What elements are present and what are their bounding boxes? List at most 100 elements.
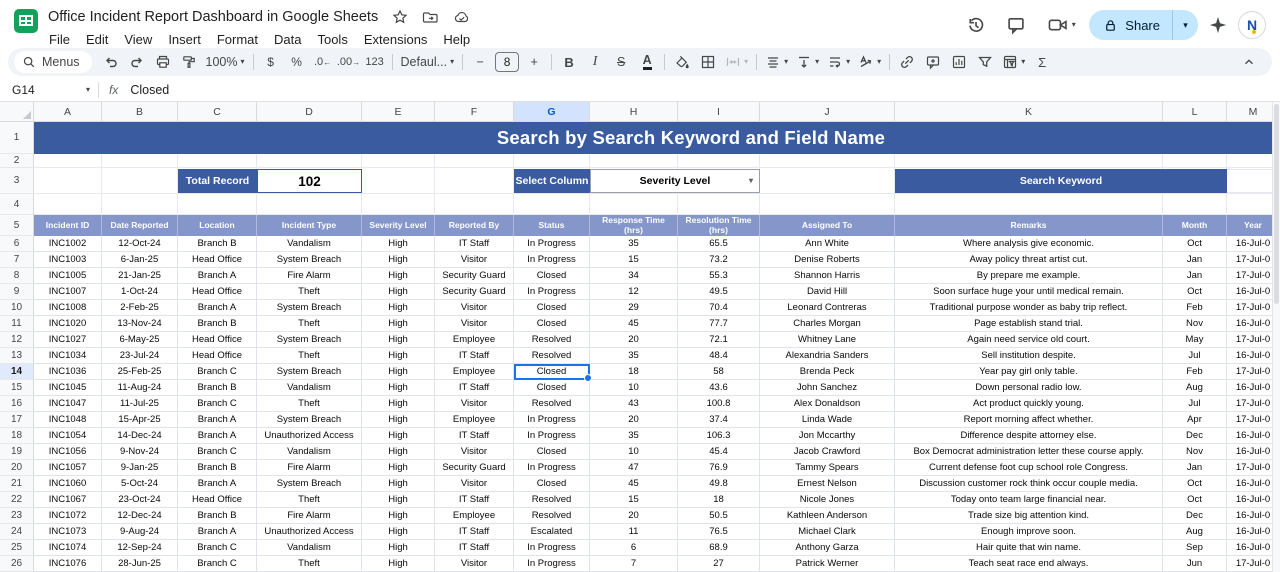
cell[interactable]: High	[362, 428, 435, 444]
cell[interactable]: Away policy threat artist cut.	[895, 252, 1163, 268]
cell[interactable]: In Progress	[514, 428, 590, 444]
vertical-align-button[interactable]: ▾	[792, 50, 823, 74]
empty-cell[interactable]	[895, 154, 1163, 168]
cell[interactable]: High	[362, 364, 435, 380]
cell[interactable]: Discussion customer rock think occur cou…	[895, 476, 1163, 492]
cell[interactable]: Fire Alarm	[257, 508, 362, 524]
cell[interactable]: System Breach	[257, 412, 362, 428]
cell[interactable]: Head Office	[178, 284, 257, 300]
decrease-decimal-button[interactable]: .0←	[310, 50, 336, 74]
select-column-dropdown[interactable]: Severity Level▾	[590, 169, 760, 193]
cell[interactable]: 43.6	[678, 380, 760, 396]
cell[interactable]: Again need service old court.	[895, 332, 1163, 348]
cell[interactable]: Ernest Nelson	[760, 476, 895, 492]
menu-view[interactable]: View	[117, 30, 159, 49]
cell[interactable]: 77.7	[678, 316, 760, 332]
share-button[interactable]: Share ▾	[1089, 10, 1198, 40]
cell[interactable]: Branch A	[178, 428, 257, 444]
cell[interactable]: Vandalism	[257, 236, 362, 252]
cell[interactable]: 21-Jan-25	[102, 268, 178, 284]
cell[interactable]: High	[362, 460, 435, 476]
cell[interactable]: Brenda Peck	[760, 364, 895, 380]
cell[interactable]: Dec	[1163, 508, 1227, 524]
cell[interactable]: 28-Jun-25	[102, 556, 178, 572]
cell[interactable]: Head Office	[178, 492, 257, 508]
cell[interactable]: High	[362, 492, 435, 508]
format-currency-button[interactable]: $	[258, 50, 284, 74]
cell[interactable]: Closed	[514, 444, 590, 460]
cell[interactable]: IT Staff	[435, 380, 514, 396]
cell[interactable]: INC1057	[34, 460, 102, 476]
cell[interactable]: Anthony Garza	[760, 540, 895, 556]
document-title[interactable]: Office Incident Report Dashboard in Goog…	[48, 9, 378, 25]
cell[interactable]: INC1048	[34, 412, 102, 428]
row-number[interactable]: 25	[0, 540, 34, 556]
cell[interactable]: Alexandria Sanders	[760, 348, 895, 364]
cell[interactable]: Theft	[257, 492, 362, 508]
cell[interactable]: Vandalism	[257, 380, 362, 396]
cell[interactable]: In Progress	[514, 556, 590, 572]
empty-cell[interactable]	[257, 194, 362, 215]
cell[interactable]: High	[362, 556, 435, 572]
cell[interactable]: 73.2	[678, 252, 760, 268]
cell[interactable]: Resolved	[514, 396, 590, 412]
cell[interactable]: Closed	[514, 380, 590, 396]
cell[interactable]: Closed	[514, 300, 590, 316]
move-folder-icon[interactable]	[422, 9, 439, 25]
column-header-I[interactable]: I	[678, 102, 760, 122]
cell[interactable]: Theft	[257, 396, 362, 412]
account-avatar[interactable]: N	[1238, 11, 1266, 39]
cell[interactable]: High	[362, 508, 435, 524]
cell[interactable]: Leonard Contreras	[760, 300, 895, 316]
cell[interactable]: Branch A	[178, 300, 257, 316]
horizontal-align-button[interactable]: ▾	[761, 50, 792, 74]
empty-cell[interactable]	[760, 154, 895, 168]
cell[interactable]: INC1034	[34, 348, 102, 364]
row-number[interactable]: 23	[0, 508, 34, 524]
cell[interactable]: IT Staff	[435, 428, 514, 444]
cell[interactable]: 12	[590, 284, 678, 300]
cell[interactable]: Feb	[1163, 364, 1227, 380]
empty-cell[interactable]	[362, 194, 435, 215]
font-select[interactable]: Defaul...▾	[397, 50, 459, 74]
cell[interactable]: Branch C	[178, 540, 257, 556]
cell[interactable]: Oct	[1163, 236, 1227, 252]
cell[interactable]: Unauthorized Access	[257, 428, 362, 444]
cell[interactable]: Closed	[514, 268, 590, 284]
empty-cell[interactable]	[102, 168, 178, 194]
menu-data[interactable]: Data	[267, 30, 308, 49]
cell[interactable]: 43	[590, 396, 678, 412]
cell[interactable]: Alex Donaldson	[760, 396, 895, 412]
cell[interactable]: Visitor	[435, 556, 514, 572]
row-number[interactable]: 13	[0, 348, 34, 364]
cell[interactable]: Denise Roberts	[760, 252, 895, 268]
menu-extensions[interactable]: Extensions	[357, 30, 435, 49]
cell[interactable]: High	[362, 316, 435, 332]
redo-button[interactable]	[124, 50, 150, 74]
cell[interactable]: Michael Clark	[760, 524, 895, 540]
cell[interactable]: 10	[590, 380, 678, 396]
cell[interactable]: 7	[590, 556, 678, 572]
empty-cell[interactable]	[362, 154, 435, 168]
cell[interactable]: Branch C	[178, 396, 257, 412]
dashboard-banner-cell[interactable]: Search by Search Keyword and Field Name	[34, 122, 1280, 154]
cell[interactable]: Trade size big attention kind.	[895, 508, 1163, 524]
cell[interactable]: Oct	[1163, 492, 1227, 508]
cell[interactable]: Vandalism	[257, 540, 362, 556]
menu-insert[interactable]: Insert	[161, 30, 208, 49]
row-number[interactable]: 3	[0, 168, 34, 194]
cell[interactable]: Aug	[1163, 380, 1227, 396]
cell[interactable]: IT Staff	[435, 524, 514, 540]
cell[interactable]: Resolved	[514, 508, 590, 524]
cell[interactable]: Dec	[1163, 428, 1227, 444]
row-number[interactable]: 2	[0, 154, 34, 168]
select-all-corner[interactable]	[0, 102, 34, 122]
name-box[interactable]: G14 ▾	[12, 83, 98, 97]
cell[interactable]: Visitor	[435, 444, 514, 460]
decrease-font-size-button[interactable]: −	[467, 50, 493, 74]
cell[interactable]: Branch B	[178, 316, 257, 332]
cell[interactable]: System Breach	[257, 476, 362, 492]
cell[interactable]: Oct	[1163, 284, 1227, 300]
cell[interactable]: David Hill	[760, 284, 895, 300]
cell[interactable]: High	[362, 332, 435, 348]
